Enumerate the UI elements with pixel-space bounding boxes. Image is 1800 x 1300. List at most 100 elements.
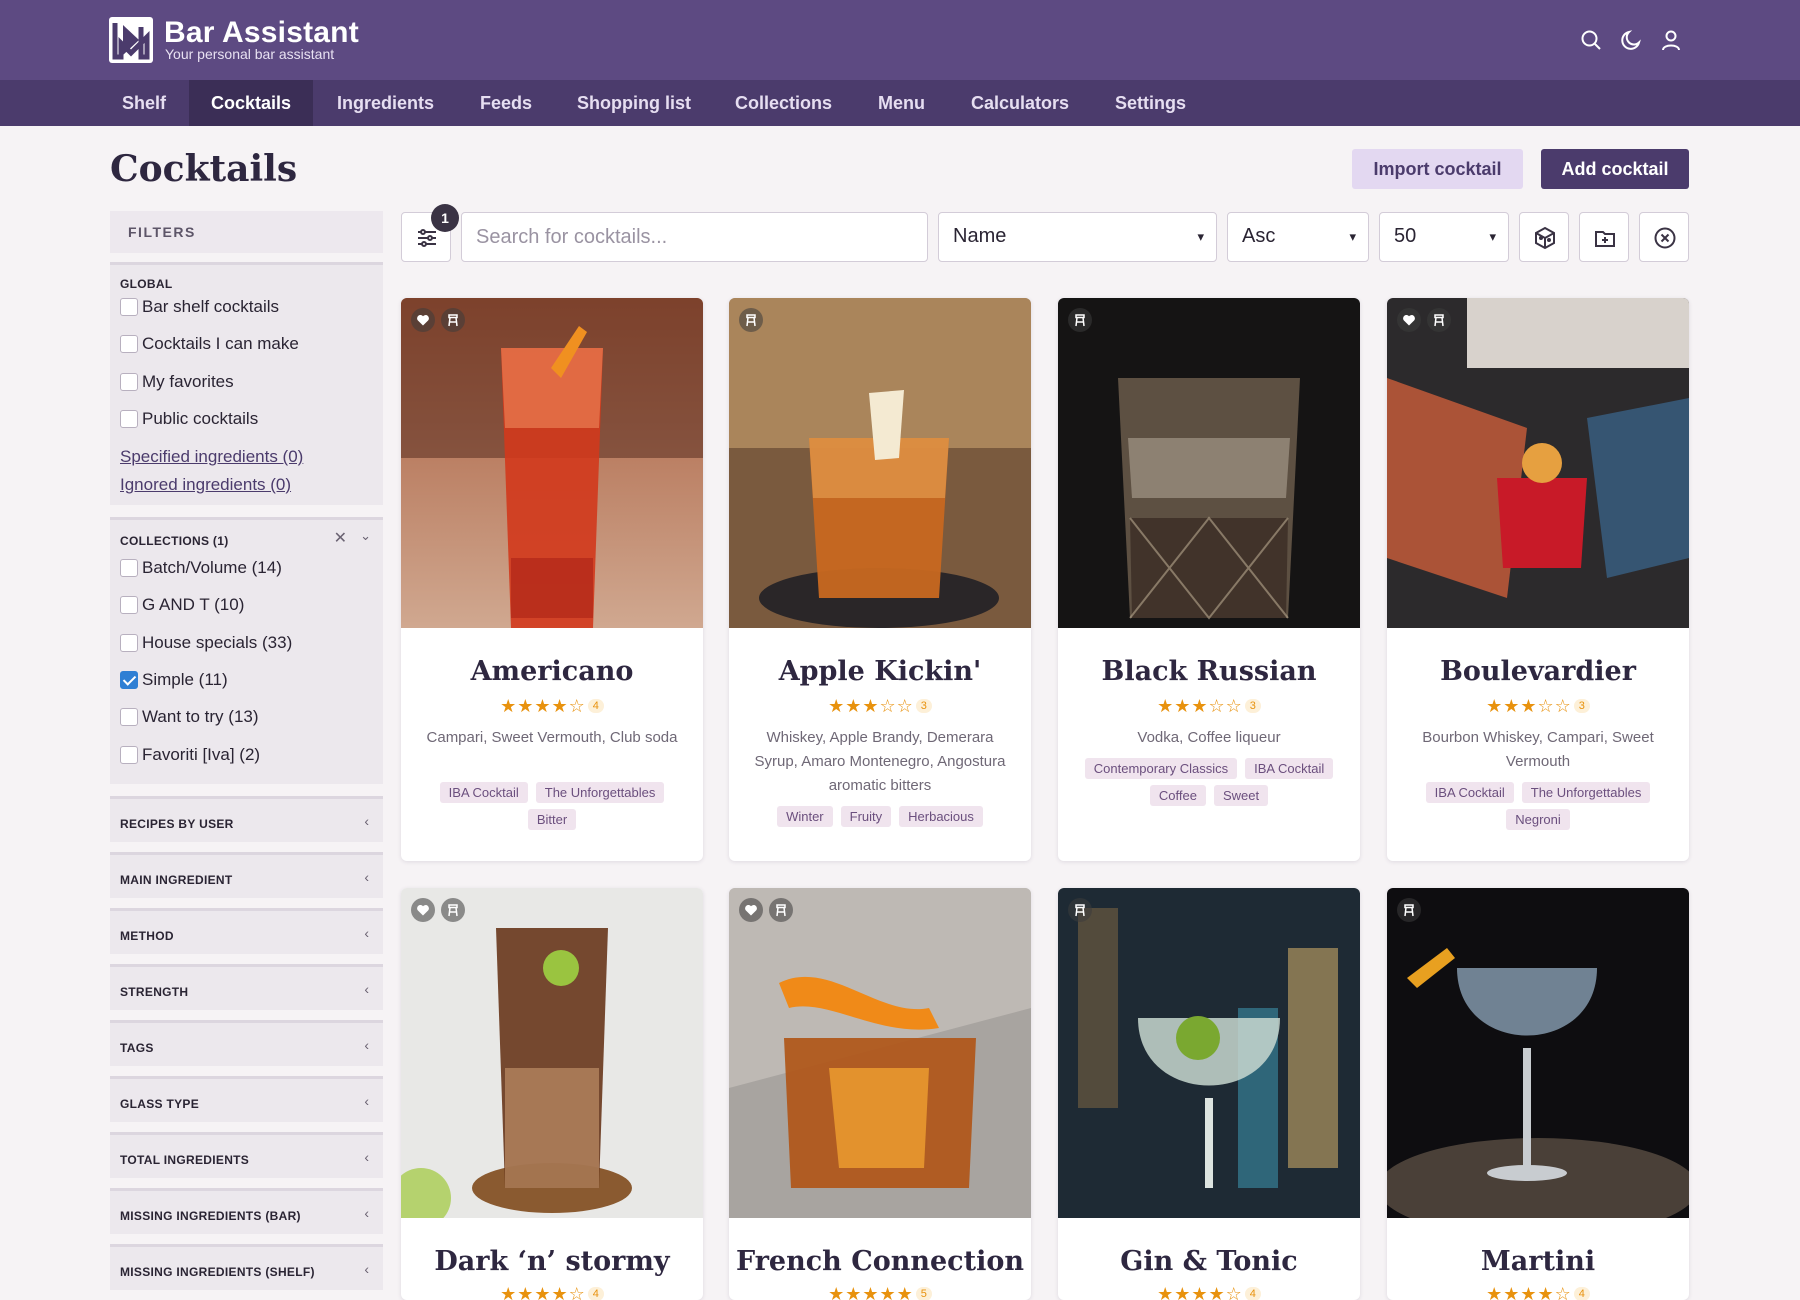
tag[interactable]: Herbacious xyxy=(899,806,983,827)
checkbox[interactable] xyxy=(120,373,138,391)
cocktail-name[interactable]: Gin & Tonic xyxy=(1058,1246,1360,1277)
filter-recipes-by-user[interactable]: RECIPES BY USER ‹ xyxy=(110,796,383,842)
ignored-ingredients-link[interactable]: Ignored ingredients (0) xyxy=(120,475,291,495)
favorite-heart-icon[interactable] xyxy=(1397,308,1421,332)
filter-strength[interactable]: STRENGTH ‹ xyxy=(110,964,383,1010)
app-logo[interactable] xyxy=(109,17,153,63)
cocktail-card[interactable]: Boulevardier ★★★☆☆ 3 Bourbon Whiskey, Cam… xyxy=(1387,298,1689,861)
tag[interactable]: IBA Cocktail xyxy=(1245,758,1334,779)
tag[interactable]: Winter xyxy=(777,806,833,827)
cocktail-card[interactable]: Martini ★★★★☆ 4 xyxy=(1387,888,1689,1300)
cocktail-name[interactable]: French Connection xyxy=(729,1246,1031,1277)
nav-shopping-list[interactable]: Shopping list xyxy=(555,80,713,126)
checkbox[interactable] xyxy=(120,596,138,614)
collection-favoriti-iva[interactable]: Favoriti [Iva] (2) xyxy=(120,743,260,767)
filter-total-ingredients[interactable]: TOTAL INGREDIENTS ‹ xyxy=(110,1132,383,1178)
collection-simple[interactable]: Simple (11) xyxy=(120,668,228,692)
cocktail-card[interactable]: Apple Kickin' ★★★☆☆ 3 Whiskey, Apple Bran… xyxy=(729,298,1031,861)
filter-main-ingredient[interactable]: MAIN INGREDIENT ‹ xyxy=(110,852,383,898)
tag[interactable]: The Unforgettables xyxy=(535,782,665,803)
filter-can-make[interactable]: Cocktails I can make xyxy=(120,332,299,356)
nav-settings[interactable]: Settings xyxy=(1093,80,1208,126)
collection-g-and-t[interactable]: G AND T (10) xyxy=(120,593,244,617)
cocktail-name[interactable]: Americano xyxy=(401,656,703,687)
checkbox[interactable] xyxy=(120,708,138,726)
cocktail-card[interactable]: Black Russian ★★★☆☆ 3 Vodka, Coffee lique… xyxy=(1058,298,1360,861)
tag[interactable]: The Unforgettables xyxy=(1521,782,1651,803)
user-icon[interactable] xyxy=(1659,28,1683,52)
search-input[interactable] xyxy=(461,212,928,262)
bar-stool-icon xyxy=(739,308,763,332)
tag[interactable]: Bitter xyxy=(527,809,577,830)
random-cocktail-button[interactable] xyxy=(1519,212,1569,262)
global-label: GLOBAL xyxy=(120,277,173,291)
nav-shelf[interactable]: Shelf xyxy=(100,80,188,126)
cocktail-card[interactable]: Gin & Tonic ★★★★☆ 4 xyxy=(1058,888,1360,1300)
per-page-select[interactable]: 50 ▾ xyxy=(1379,212,1509,262)
checkbox[interactable] xyxy=(120,559,138,577)
tag[interactable]: Fruity xyxy=(840,806,892,827)
filter-missing-shelf[interactable]: MISSING INGREDIENTS (SHELF) ‹ xyxy=(110,1244,383,1290)
checkbox[interactable] xyxy=(120,410,138,428)
bar-stool-icon xyxy=(1068,308,1092,332)
bar-stool-icon xyxy=(441,898,465,922)
filter-missing-bar[interactable]: MISSING INGREDIENTS (BAR) ‹ xyxy=(110,1188,383,1234)
checkbox-checked[interactable] xyxy=(120,671,138,689)
add-to-collection-button[interactable] xyxy=(1579,212,1629,262)
bar-stool-icon xyxy=(441,308,465,332)
dice-icon xyxy=(1535,226,1555,250)
tag[interactable]: IBA Cocktail xyxy=(439,782,528,803)
clear-collections-icon[interactable]: ✕ xyxy=(334,528,347,548)
chevron-down-icon[interactable]: ⌄ xyxy=(360,528,371,544)
import-cocktail-button[interactable]: Import cocktail xyxy=(1352,149,1523,189)
nav-calculators[interactable]: Calculators xyxy=(949,80,1091,126)
tag[interactable]: Contemporary Classics xyxy=(1084,758,1238,779)
nav-collections[interactable]: Collections xyxy=(713,80,854,126)
filter-tags[interactable]: TAGS ‹ xyxy=(110,1020,383,1066)
collection-want-to-try[interactable]: Want to try (13) xyxy=(120,705,259,729)
filter-favorites[interactable]: My favorites xyxy=(120,370,234,394)
chevron-down-icon: ▾ xyxy=(1489,229,1496,244)
cocktail-card[interactable]: Americano ★★★★☆ 4 Campari, Sweet Vermouth… xyxy=(401,298,703,861)
dark-mode-icon[interactable] xyxy=(1619,28,1643,52)
specified-ingredients-link[interactable]: Specified ingredients (0) xyxy=(120,447,303,467)
checkbox[interactable] xyxy=(120,298,138,316)
nav-ingredients[interactable]: Ingredients xyxy=(315,80,456,126)
cocktail-name[interactable]: Dark ‘n’ stormy xyxy=(401,1246,703,1277)
nav-cocktails[interactable]: Cocktails xyxy=(189,80,314,126)
search-icon[interactable] xyxy=(1579,28,1603,52)
favorite-heart-icon[interactable] xyxy=(411,308,435,332)
collection-house-specials[interactable]: House specials (33) xyxy=(120,631,292,655)
tag[interactable]: Negroni xyxy=(1506,809,1570,830)
cocktail-name[interactable]: Boulevardier xyxy=(1387,656,1689,687)
rating-count-badge: 4 xyxy=(1244,1287,1261,1300)
nav-menu[interactable]: Menu xyxy=(856,80,947,126)
tag[interactable]: Sweet xyxy=(1213,785,1269,806)
nav-feeds[interactable]: Feeds xyxy=(458,80,554,126)
tag[interactable]: Coffee xyxy=(1149,785,1206,806)
collection-batch-volume[interactable]: Batch/Volume (14) xyxy=(120,556,282,580)
cocktail-name[interactable]: Apple Kickin' xyxy=(729,656,1031,687)
cocktail-name[interactable]: Martini xyxy=(1387,1246,1689,1277)
cocktail-card[interactable]: Dark ‘n’ stormy ★★★★☆ 4 xyxy=(401,888,703,1300)
clear-filters-button[interactable] xyxy=(1639,212,1689,262)
filter-method[interactable]: METHOD ‹ xyxy=(110,908,383,954)
chevron-left-icon: ‹ xyxy=(364,869,369,885)
checkbox[interactable] xyxy=(120,335,138,353)
cocktail-card[interactable]: French Connection ★★★★★ 5 xyxy=(729,888,1031,1300)
cocktail-name[interactable]: Black Russian xyxy=(1058,656,1360,687)
rating-count-badge: 4 xyxy=(1573,1287,1590,1300)
tag-list: Winter Fruity Herbacious xyxy=(743,806,1017,827)
filter-glass-type[interactable]: GLASS TYPE ‹ xyxy=(110,1076,383,1122)
checkbox[interactable] xyxy=(120,746,138,764)
checkbox[interactable] xyxy=(120,634,138,652)
add-cocktail-button[interactable]: Add cocktail xyxy=(1541,149,1689,189)
favorite-heart-icon[interactable] xyxy=(411,898,435,922)
favorite-heart-icon[interactable] xyxy=(739,898,763,922)
chevron-left-icon: ‹ xyxy=(364,1261,369,1277)
filter-public[interactable]: Public cocktails xyxy=(120,407,258,431)
filter-bar-shelf[interactable]: Bar shelf cocktails xyxy=(120,295,279,319)
tag[interactable]: IBA Cocktail xyxy=(1425,782,1514,803)
sort-field-select[interactable]: Name ▾ xyxy=(938,212,1217,262)
sort-order-select[interactable]: Asc ▾ xyxy=(1227,212,1369,262)
